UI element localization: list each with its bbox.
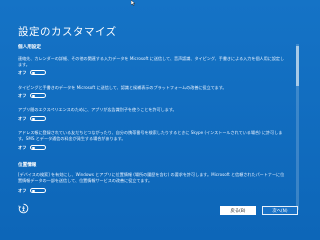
back-button[interactable]: 戻る(B): [220, 206, 256, 215]
toggle-state-label: オフ: [18, 116, 27, 121]
setting-description: アドレス帳に登録されている友だちとつながったり、自分の携帯番号を検索したりすると…: [18, 130, 283, 141]
section-heading-location: 位置情報: [18, 163, 37, 168]
setting-description: [デバイスの検索] を有効にし、Windows とアプリに位置情報 (場所の履歴…: [18, 172, 285, 183]
toggle-state-label: オフ: [18, 145, 27, 150]
toggle-knob: [32, 117, 35, 120]
toggle-knob: [32, 94, 35, 97]
toggle-switch-skype-contacts[interactable]: [30, 145, 46, 150]
next-button[interactable]: 次へ(N): [262, 206, 298, 215]
scrollbar-thumb[interactable]: [296, 46, 299, 86]
toggle-switch-advertising-id[interactable]: [30, 116, 46, 121]
toggle-switch-location[interactable]: [30, 188, 46, 193]
toggle-state-label: オフ: [18, 188, 27, 193]
toggle-switch-speech-personalization[interactable]: [30, 70, 46, 75]
settings-scroll-area[interactable]: 個人用設定 連絡先、カレンダーの詳細、その他の関連する入力データを Micros…: [18, 44, 294, 210]
toggle-knob: [32, 189, 35, 192]
toggle-knob: [32, 71, 35, 74]
vertical-scrollbar[interactable]: [296, 44, 299, 210]
setting-toggle-row: オフ: [18, 69, 78, 76]
setting-toggle-row: オフ: [18, 144, 78, 151]
toggle-switch-typing-data[interactable]: [30, 93, 46, 98]
ease-of-access-icon[interactable]: [18, 203, 29, 214]
setting-toggle-row: オフ: [18, 92, 78, 99]
toggle-state-label: オフ: [18, 70, 27, 75]
section-heading-personalization: 個人用設定: [18, 45, 41, 50]
setting-description: タイピングと手書きのデータを Microsoft に送信して、認識と候補表示のプ…: [18, 85, 227, 90]
mouse-cursor-icon: [131, 0, 136, 6]
setting-description: アプリ間のエクスペリエンスのために、アプリが広告識別子を使うことを許可します。: [18, 107, 177, 112]
page-title: 設定のカスタマイズ: [18, 26, 117, 38]
setting-toggle-row: オフ: [18, 187, 78, 194]
toggle-knob: [32, 146, 35, 149]
toggle-state-label: オフ: [18, 93, 27, 98]
setting-toggle-row: オフ: [18, 115, 78, 122]
setting-description: 連絡先、カレンダーの詳細、その他の関連する入力データを Microsoft に送…: [18, 56, 285, 67]
